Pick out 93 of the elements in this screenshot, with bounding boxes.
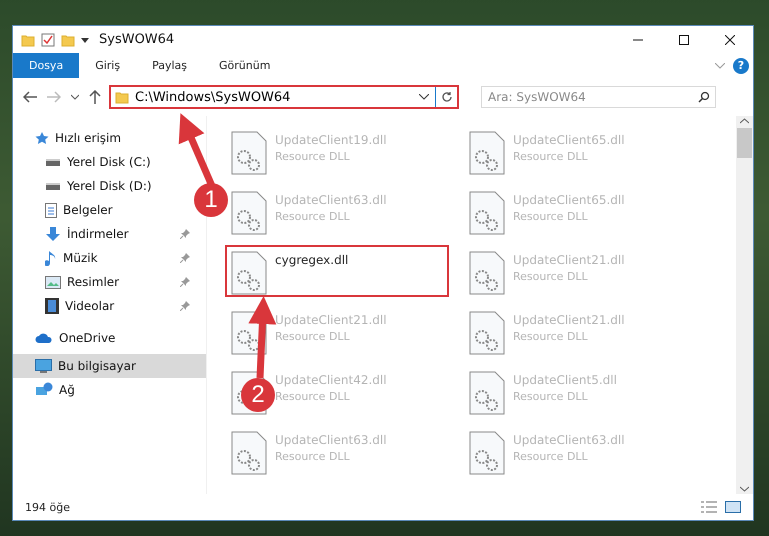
pin-icon[interactable] — [180, 277, 190, 287]
sidebar-item[interactable]: Hızlı erişim — [13, 126, 130, 150]
pin-icon[interactable] — [180, 253, 190, 263]
gear-file-icon — [231, 131, 267, 175]
gear-file-icon — [231, 191, 267, 235]
scroll-down-icon[interactable] — [740, 486, 749, 492]
up-button[interactable] — [87, 88, 103, 106]
file-name: UpdateClient5.dll — [513, 373, 617, 387]
sidebar-item[interactable]: Resimler — [23, 270, 206, 294]
gear-file-icon — [469, 251, 505, 295]
document-icon — [45, 202, 57, 218]
cloud-icon — [35, 332, 53, 344]
file-name: UpdateClient63.dll — [275, 193, 387, 207]
recent-dropdown-button[interactable] — [69, 92, 81, 102]
file-type: Resource DLL — [513, 270, 589, 283]
file-name: UpdateClient21.dll — [513, 253, 625, 267]
file-name: UpdateClient63.dll — [275, 433, 387, 447]
close-icon — [725, 34, 735, 44]
sidebar-item[interactable]: Yerel Disk (D:) — [23, 174, 160, 198]
dropdown-caret-icon[interactable] — [419, 94, 429, 100]
file-type: Resource DLL — [513, 150, 589, 163]
large-icons-view-icon[interactable] — [725, 501, 741, 513]
maximize-icon — [679, 34, 689, 44]
ribbon-tab[interactable]: Paylaş — [136, 53, 203, 78]
dropdown-caret-icon[interactable] — [81, 36, 89, 44]
file-name: UpdateClient19.dll — [275, 133, 387, 147]
down-arrow-icon — [45, 226, 61, 242]
folder-icon — [115, 90, 129, 104]
file-name: UpdateClient65.dll — [513, 133, 625, 147]
file-name: cygregex.dll — [275, 253, 348, 267]
scroll-thumb[interactable] — [737, 128, 752, 158]
gear-file-icon — [469, 311, 505, 355]
up-arrow-icon — [89, 90, 101, 104]
back-arrow-icon — [23, 91, 37, 103]
file-name: UpdateClient42.dll — [275, 373, 387, 387]
ribbon-tab[interactable]: Giriş — [79, 53, 136, 78]
sidebar-item[interactable]: Müzik — [23, 246, 206, 270]
file-type: Resource DLL — [513, 330, 589, 343]
new-folder-icon — [61, 32, 75, 46]
monitor-icon — [35, 358, 52, 374]
drive-icon — [45, 181, 61, 191]
properties-icon[interactable] — [41, 32, 55, 46]
sidebar-item[interactable]: Bu bilgisayar — [13, 354, 206, 378]
file-name: UpdateClient21.dll — [275, 313, 387, 327]
gear-file-icon — [231, 251, 267, 295]
help-button[interactable]: ? — [733, 58, 749, 74]
star-icon — [35, 131, 49, 145]
folder-icon — [21, 32, 35, 46]
file-name: UpdateClient65.dll — [513, 193, 625, 207]
sidebar-item[interactable]: OneDrive — [13, 326, 124, 350]
file-type: Resource DLL — [275, 210, 351, 223]
gear-file-icon — [469, 131, 505, 175]
file-type: Resource DLL — [275, 330, 351, 343]
file-name: UpdateClient21.dll — [513, 313, 625, 327]
search-icon — [698, 91, 710, 103]
file-type: Resource DLL — [513, 450, 589, 463]
file-type: Resource DLL — [513, 210, 589, 223]
sidebar-item[interactable]: Ağ — [13, 378, 83, 402]
sidebar-item[interactable]: İndirmeler — [23, 222, 206, 246]
file-type: Resource DLL — [275, 150, 351, 163]
gear-file-icon — [469, 191, 505, 235]
pin-icon[interactable] — [180, 301, 190, 311]
gear-file-icon — [469, 431, 505, 475]
sidebar-item[interactable]: Yerel Disk (C:) — [23, 150, 159, 174]
expand-chevron-icon[interactable] — [715, 62, 725, 68]
file-type: Resource DLL — [275, 450, 351, 463]
drive-icon — [45, 157, 61, 167]
search-field[interactable]: Ara: SysWOW64 — [481, 86, 716, 108]
pin-icon[interactable] — [180, 229, 190, 239]
ribbon-tab[interactable]: Dosya — [13, 53, 80, 78]
file-name: UpdateClient63.dll — [513, 433, 625, 447]
refresh-icon — [440, 91, 452, 103]
film-icon — [45, 298, 59, 314]
scroll-up-icon[interactable] — [740, 118, 749, 124]
scrollbar[interactable] — [736, 116, 753, 494]
item-count: 194 öğe — [25, 500, 70, 514]
address-bar[interactable]: C:\Windows\SysWOW64 — [109, 85, 459, 109]
window-title: SysWOW64 — [99, 32, 174, 47]
gear-file-icon — [231, 431, 267, 475]
network-icon — [35, 382, 53, 398]
music-note-icon — [45, 250, 57, 266]
sidebar-item[interactable]: Videolar — [23, 294, 206, 318]
file-type: Resource DLL — [275, 390, 351, 403]
file-item[interactable]: cygregex.dll — [225, 245, 449, 297]
chevron-icon — [71, 94, 79, 100]
details-view-icon[interactable] — [701, 501, 717, 513]
ribbon-tab[interactable]: Görünüm — [203, 53, 286, 78]
forward-arrow-icon — [47, 91, 61, 103]
back-button[interactable] — [21, 89, 39, 105]
sidebar-item[interactable]: Belgeler — [23, 198, 121, 222]
file-type: Resource DLL — [513, 390, 589, 403]
gear-file-icon — [469, 371, 505, 415]
picture-icon — [45, 276, 61, 288]
